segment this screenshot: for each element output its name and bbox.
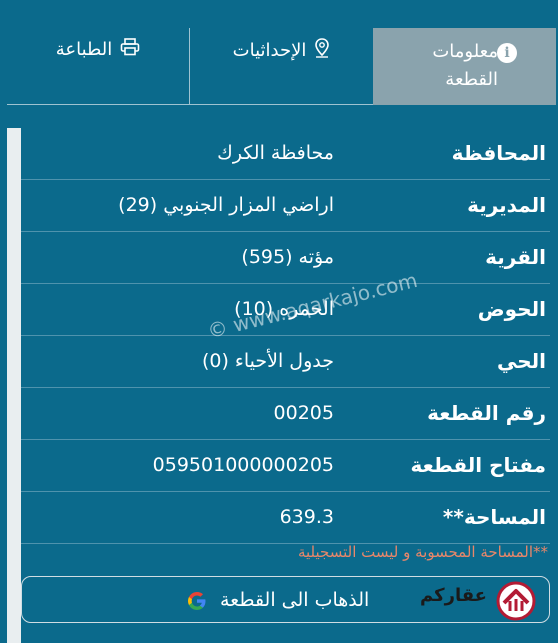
brand-logo-text: عقاركم xyxy=(420,585,488,606)
area-note: **المساحة المحسوبة و ليست التسجيلية xyxy=(297,543,548,561)
table-row: المديرية اراضي المزار الجنوبي (29) xyxy=(21,180,550,232)
tab-coordinates-label: الإحداثيات xyxy=(232,40,307,61)
map-pin-icon xyxy=(314,38,330,63)
tab-coordinates[interactable]: الإحداثيات xyxy=(190,28,373,105)
tab-info-label-line2: القطعة xyxy=(445,69,498,90)
row-value: 059501000000205 xyxy=(152,454,334,476)
tab-bar: الطباعة الإحداثيات i معلومات القطعة xyxy=(7,28,556,105)
row-label: الحوض xyxy=(477,297,546,321)
brand-logo-icon xyxy=(496,581,536,621)
row-label: **المساحة xyxy=(442,505,546,529)
table-row: مفتاح القطعة 059501000000205 xyxy=(21,440,550,492)
row-value: مؤته (595) xyxy=(241,246,334,268)
table-row: الحوض الحمره (10) xyxy=(21,284,550,336)
tab-info-label-line1: معلومات xyxy=(432,41,498,62)
table-row: **المساحة 639.3 xyxy=(21,492,550,544)
go-to-plot-label: الذهاب الى القطعة xyxy=(220,589,370,611)
plot-info-table: المحافظة محافظة الكرك المديرية اراضي الم… xyxy=(21,128,550,544)
row-label: المحافظة xyxy=(451,141,546,165)
panel-scroll-edge xyxy=(7,128,21,643)
row-label: المديرية xyxy=(467,193,546,217)
row-label: مفتاح القطعة xyxy=(410,453,547,477)
row-value: 00205 xyxy=(273,402,334,424)
row-label: القرية xyxy=(485,245,546,269)
row-value: جدول الأحياء (0) xyxy=(201,350,334,372)
row-value: الحمره (10) xyxy=(234,298,334,320)
tab-print-label: الطباعة xyxy=(55,39,113,60)
table-row: المحافظة محافظة الكرك xyxy=(21,128,550,180)
info-icon: i xyxy=(497,43,517,63)
tab-plot-info[interactable]: i معلومات القطعة xyxy=(373,28,556,105)
printer-icon xyxy=(120,38,140,61)
row-label: الحي xyxy=(496,349,546,373)
table-row: القرية مؤته (595) xyxy=(21,232,550,284)
row-value: 639.3 xyxy=(279,506,334,528)
tab-print[interactable]: الطباعة xyxy=(7,28,190,105)
table-row: رقم القطعة 00205 xyxy=(21,388,550,440)
table-row: الحي جدول الأحياء (0) xyxy=(21,336,550,388)
go-to-plot-button[interactable]: الذهاب الى القطعة عقاركم xyxy=(21,576,550,623)
row-value: محافظة الكرك xyxy=(217,142,334,164)
row-value: اراضي المزار الجنوبي (29) xyxy=(118,194,334,216)
row-label: رقم القطعة xyxy=(427,401,546,425)
google-icon xyxy=(186,590,208,612)
